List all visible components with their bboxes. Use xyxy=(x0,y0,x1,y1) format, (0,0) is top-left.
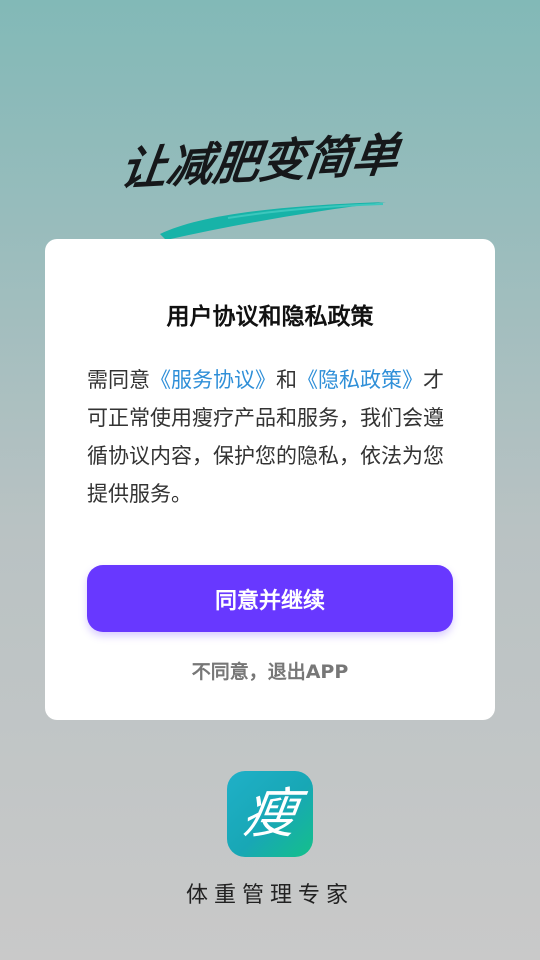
privacy-policy-link[interactable]: 《隐私政策》 xyxy=(297,368,423,392)
slogan-text: 让减肥变简单 xyxy=(117,127,403,196)
app-name: 体重管理专家 xyxy=(185,883,354,908)
privacy-dialog: 用户协议和隐私政策 需同意《服务协议》和《隐私政策》才可正常使用瘦疗产品和服务，… xyxy=(45,239,495,720)
app-logo-icon: 瘦 xyxy=(227,771,313,857)
agree-continue-button[interactable]: 同意并继续 xyxy=(87,565,453,632)
dialog-title: 用户协议和隐私政策 xyxy=(166,304,374,330)
dialog-message: 需同意《服务协议》和《隐私政策》才可正常使用瘦疗产品和服务，我们会遵循协议内容，… xyxy=(87,361,447,513)
disagree-exit-link[interactable]: 不同意，退出APP xyxy=(45,657,495,684)
app-logo-glyph: 瘦 xyxy=(238,782,302,845)
service-agreement-link[interactable]: 《服务协议》 xyxy=(150,368,276,392)
brush-stroke-decoration xyxy=(160,202,386,240)
message-prefix: 需同意 xyxy=(87,368,150,392)
message-and: 和 xyxy=(276,368,297,392)
